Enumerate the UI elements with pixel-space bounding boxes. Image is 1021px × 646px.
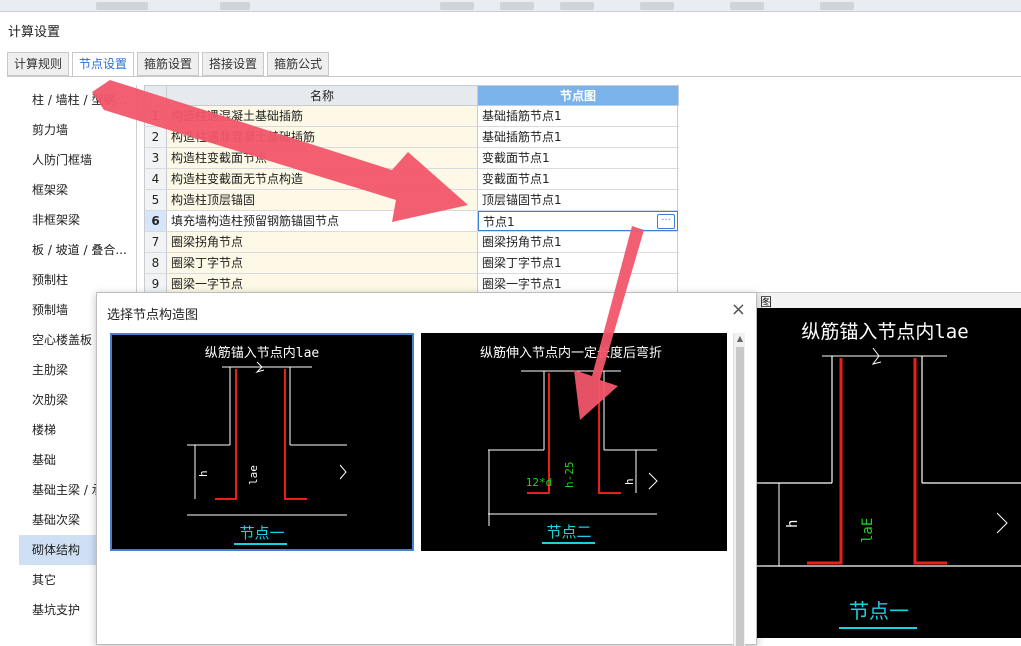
row-node-cell[interactable]: 顶层锚固节点1 <box>478 190 678 210</box>
row-index: 2 <box>145 127 167 147</box>
row-name-cell[interactable]: 圈梁一字节点 <box>167 274 478 294</box>
row-node-value: 顶层锚固节点1 <box>482 193 562 207</box>
row-index: 1 <box>145 106 167 126</box>
row-index: 4 <box>145 169 167 189</box>
row-node-cell[interactable]: 基础插筋节点1 <box>478 106 678 126</box>
option-1-caption: 节点一 <box>239 524 284 542</box>
sidebar-item-frame-beam[interactable]: 框架梁 <box>19 175 136 205</box>
table-row[interactable]: 1 构造柱遇混凝土基础插筋 基础插筋节点1 <box>144 106 679 127</box>
row-node-cell[interactable]: 圈梁一字节点1 <box>478 274 678 294</box>
table-row[interactable]: 8 圈梁丁字节点 圈梁丁字节点1 <box>144 253 679 274</box>
toolbar-button[interactable] <box>96 2 148 10</box>
close-icon[interactable]: × <box>731 301 746 319</box>
row-name-cell[interactable]: 填充墙构造柱预留钢筋锚固节点 <box>167 211 478 231</box>
node-option-2[interactable]: 纵筋伸入节点内一定长度后弯折 12*d h-25 h 节点二 <box>421 333 727 551</box>
row-index: 3 <box>145 148 167 168</box>
table-header: 名称 节点图 <box>144 85 679 106</box>
tab-node-settings[interactable]: 节点设置 <box>72 52 135 77</box>
option-2-dim-l: h-25 <box>563 462 576 489</box>
row-index: 5 <box>145 190 167 210</box>
table-row[interactable]: 6 填充墙构造柱预留钢筋锚固节点 节点1 ··· <box>144 211 679 232</box>
tab-stirrup-settings[interactable]: 箍筋设置 <box>137 52 200 76</box>
table-row[interactable]: 7 圈梁拐角节点 圈梁拐角节点1 <box>144 232 679 253</box>
row-name-cell[interactable]: 构造柱变截面节点 <box>167 148 478 168</box>
sidebar-item-non-frame-beam[interactable]: 非框架梁 <box>19 205 136 235</box>
option-2-caption: 节点二 <box>546 523 591 541</box>
row-index: 9 <box>145 274 167 294</box>
option-2-dim-hook: 12*d <box>526 476 553 489</box>
row-node-value: 基础插筋节点1 <box>482 109 562 123</box>
preview-diagram: 纵筋锚入节点内lae h laE 节点一 <box>757 321 1021 629</box>
row-node-value: 圈梁一字节点1 <box>482 277 562 291</box>
row-name-cell[interactable]: 构造柱遇混凝土基础插筋 <box>167 106 478 126</box>
node-option-2-diagram: 纵筋伸入节点内一定长度后弯折 12*d h-25 h 节点二 <box>480 345 662 544</box>
sidebar-item-shear-wall[interactable]: 剪力墙 <box>19 115 136 145</box>
header-node-diagram[interactable]: 节点图 <box>478 86 678 105</box>
toolbar-button[interactable] <box>560 2 594 10</box>
ellipsis-button[interactable]: ··· <box>657 214 675 229</box>
row-name-cell[interactable]: 圈梁拐角节点 <box>167 232 478 252</box>
preview-caption: 节点一 <box>849 599 909 623</box>
row-node-cell[interactable]: 圈梁丁字节点1 <box>478 253 678 273</box>
row-node-value: 变截面节点1 <box>482 172 550 186</box>
row-name-cell[interactable]: 构造柱顶层锚固 <box>167 190 478 210</box>
scroll-up-icon[interactable]: ▲ <box>734 333 746 345</box>
row-node-cell[interactable]: 圈梁拐角节点1 <box>478 232 678 252</box>
tab-lap-settings[interactable]: 搭接设置 <box>202 52 265 76</box>
row-node-value: 圈梁丁字节点1 <box>482 256 562 270</box>
node-option-1[interactable]: 纵筋锚入节点内lae h lae 节点一 <box>110 333 414 551</box>
toolbar-button[interactable] <box>440 2 474 10</box>
settings-tabs: 计算规则 节点设置 箍筋设置 搭接设置 箍筋公式 <box>7 52 332 77</box>
tab-calc-rules[interactable]: 计算规则 <box>7 52 70 76</box>
row-index: 7 <box>145 232 167 252</box>
node-settings-table: 名称 节点图 1 构造柱遇混凝土基础插筋 基础插筋节点1 2 构造柱遇非混凝土基础插筋基… <box>144 85 679 295</box>
preview-dim-h: h <box>785 520 801 528</box>
option-1-dim-l: lae <box>247 465 260 485</box>
row-node-value: 变截面节点1 <box>482 151 550 165</box>
app-toolbar <box>0 0 1021 12</box>
option-1-title: 纵筋锚入节点内lae <box>205 345 320 361</box>
toolbar-button[interactable] <box>500 2 534 10</box>
preview-title: 纵筋锚入节点内lae <box>801 321 968 343</box>
scrollbar-thumb[interactable] <box>736 347 744 646</box>
row-name-cell[interactable]: 圈梁丁字节点 <box>167 253 478 273</box>
row-node-value: 基础插筋节点1 <box>482 130 562 144</box>
node-preview-panel: 纵筋锚入节点内lae h laE 节点一 <box>757 308 1021 638</box>
toolbar-button[interactable] <box>640 2 674 10</box>
dialog-title: 选择节点构造图 <box>107 308 199 323</box>
table-row[interactable]: 4 构造柱变截面无节点构造 变截面节点1 <box>144 169 679 190</box>
option-1-dim-h: h <box>197 470 210 477</box>
sidebar-item-civil-defense-door[interactable]: 人防门框墙 <box>19 145 136 175</box>
preview-dim-l: laE <box>860 518 876 543</box>
row-node-cell[interactable]: 变截面节点1 <box>478 148 678 168</box>
table-row[interactable]: 2 构造柱遇非混凝土基础插筋 基础插筋节点1 <box>144 127 679 148</box>
toolbar-button[interactable] <box>730 2 764 10</box>
header-index <box>145 86 167 105</box>
sidebar-item-precast-column[interactable]: 预制柱 <box>19 265 136 295</box>
toolbar-button[interactable] <box>220 2 250 10</box>
option-2-dim-h: h <box>623 478 636 485</box>
row-index: 6 <box>145 211 167 231</box>
toolbar-button[interactable] <box>820 2 854 10</box>
row-name-cell[interactable]: 构造柱遇非混凝土基础插筋 <box>167 127 478 147</box>
window-title: 计算设置 <box>8 25 61 40</box>
row-node-cell[interactable]: 基础插筋节点1 <box>478 127 678 147</box>
sidebar-item-column[interactable]: 柱 / 墙柱 / 型钢... <box>19 85 136 115</box>
select-node-dialog: 选择节点构造图 × 纵筋锚入节点内lae h lae 节点一 纵筋伸入节点内一定… <box>96 292 757 646</box>
preview-label-text: 图 <box>760 295 773 309</box>
header-name[interactable]: 名称 <box>167 86 478 105</box>
table-row[interactable]: 5 构造柱顶层锚固 顶层锚固节点1 <box>144 190 679 211</box>
node-option-1-diagram: 纵筋锚入节点内lae h lae 节点一 <box>187 345 347 545</box>
row-node-value: 圈梁拐角节点1 <box>482 235 562 249</box>
sidebar-item-slab[interactable]: 板 / 坡道 / 叠合... <box>19 235 136 265</box>
row-node-cell[interactable]: 节点1 ··· <box>478 211 678 231</box>
dialog-scrollbar[interactable]: ▲ <box>733 333 745 646</box>
row-node-value: 节点1 <box>483 215 515 229</box>
tab-stirrup-formula[interactable]: 箍筋公式 <box>267 52 330 76</box>
row-name-cell[interactable]: 构造柱变截面无节点构造 <box>167 169 478 189</box>
option-2-title: 纵筋伸入节点内一定长度后弯折 <box>480 345 662 361</box>
table-row[interactable]: 3 构造柱变截面节点 变截面节点1 <box>144 148 679 169</box>
row-node-cell[interactable]: 变截面节点1 <box>478 169 678 189</box>
row-index: 8 <box>145 253 167 273</box>
